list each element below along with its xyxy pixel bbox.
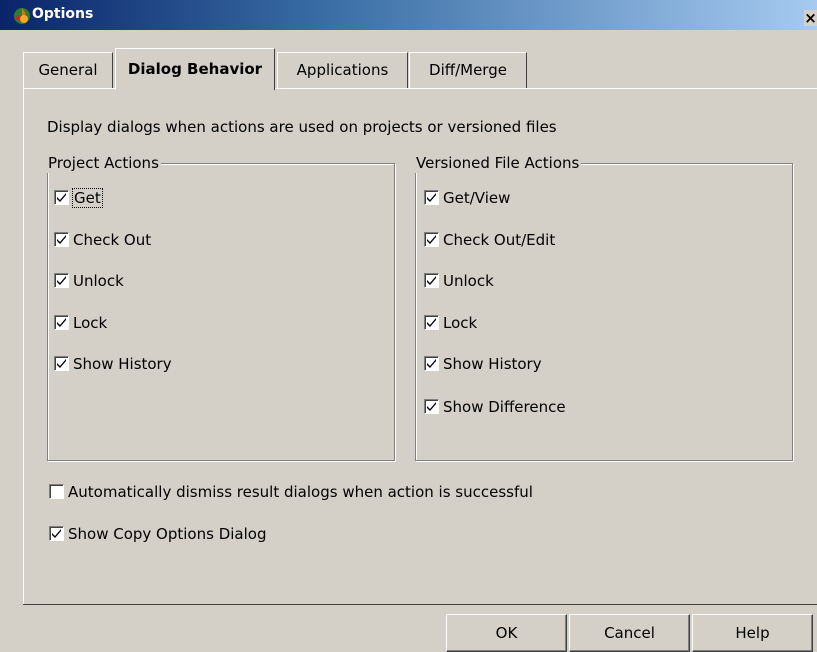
checkbox-label: Show History [443, 355, 542, 373]
checkbox-label: Unlock [73, 272, 124, 290]
tab-applications[interactable]: Applications [277, 52, 408, 88]
check-icon [57, 359, 66, 368]
checkbox-box[interactable] [424, 315, 439, 330]
close-button[interactable]: × [804, 10, 817, 26]
title-bar: Options × [0, 0, 817, 30]
checkbox-box[interactable] [49, 484, 64, 499]
check-icon [427, 402, 436, 411]
checkbox-label: Show History [73, 355, 172, 373]
checkbox-box[interactable] [54, 273, 69, 288]
check-icon [57, 276, 66, 285]
checkbox-label: Automatically dismiss result dialogs whe… [68, 483, 533, 501]
tab-label: Dialog Behavior [127, 60, 263, 78]
checkbox-label: Check Out/Edit [443, 231, 556, 249]
help-button[interactable]: Help [692, 614, 813, 652]
checkbox-box[interactable] [424, 273, 439, 288]
checkbox-box[interactable] [54, 356, 69, 371]
checkbox-box[interactable] [424, 232, 439, 247]
check-icon [427, 359, 436, 368]
checkbox-label-text: Get [72, 188, 103, 208]
panel-divider [23, 604, 817, 605]
checkbox-label: Get/View [443, 189, 511, 207]
ok-button[interactable]: OK [446, 614, 567, 652]
tab-diff-merge[interactable]: Diff/Merge [409, 52, 527, 88]
check-icon [57, 193, 66, 202]
check-icon [52, 529, 61, 538]
group-title: Project Actions [47, 153, 161, 173]
checkbox-box[interactable] [424, 190, 439, 205]
check-icon [427, 276, 436, 285]
group-title: Versioned File Actions [415, 153, 582, 173]
checkbox-label: Lock [73, 314, 108, 332]
tab-dialog-behavior[interactable]: Dialog Behavior [115, 48, 275, 90]
check-icon [427, 318, 436, 327]
tab-general[interactable]: General [23, 52, 113, 88]
check-icon [57, 318, 66, 327]
cancel-button[interactable]: Cancel [569, 614, 690, 652]
checkbox-box[interactable] [54, 190, 69, 205]
checkbox-label: Lock [443, 314, 478, 332]
checkbox-box[interactable] [424, 356, 439, 371]
window-title: Options [32, 6, 94, 22]
tab-label: Applications [296, 61, 389, 79]
checkbox-box[interactable] [54, 232, 69, 247]
tab-label: General [38, 61, 98, 79]
checkbox-label: Check Out [73, 231, 152, 249]
checkbox-label: Unlock [443, 272, 494, 290]
check-icon [427, 193, 436, 202]
checkbox-label: Show Copy Options Dialog [68, 525, 267, 543]
check-icon [57, 235, 66, 244]
checkbox-label: Get [72, 188, 103, 208]
checkbox-label: Show Difference [443, 398, 566, 416]
tab-label: Diff/Merge [429, 61, 507, 79]
app-icon [14, 8, 30, 24]
checkbox-box[interactable] [424, 399, 439, 414]
description-text: Display dialogs when actions are used on… [47, 118, 557, 136]
checkbox-box[interactable] [54, 315, 69, 330]
checkbox-box[interactable] [49, 526, 64, 541]
check-icon [427, 235, 436, 244]
